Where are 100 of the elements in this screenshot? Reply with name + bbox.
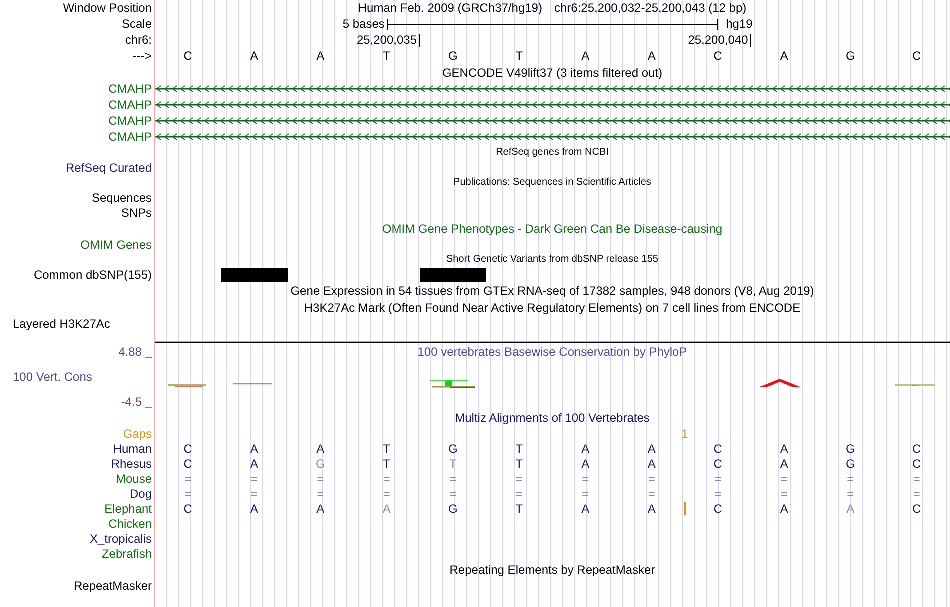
aligned-base: = <box>514 472 524 486</box>
track-title: GENCODE V49lift37 (3 items filtered out) <box>442 66 663 80</box>
aligned-base: = <box>846 486 856 500</box>
track-label[interactable]: SNPs <box>121 206 152 220</box>
track-label[interactable]: 100 Vert. Cons <box>13 370 92 384</box>
aligned-base: = <box>647 486 656 500</box>
track-label[interactable]: X_tropicalis <box>90 532 152 546</box>
track-label[interactable]: Human <box>113 442 152 456</box>
scale-span: 5 bases <box>342 17 386 31</box>
coordinate-label: 25,200,035 <box>356 34 420 46</box>
track-label[interactable]: Common dbSNP(155) <box>34 268 152 282</box>
aligned-base: = <box>581 486 590 500</box>
aligned-base: A <box>779 442 790 456</box>
track-label[interactable]: Scale <box>122 17 152 31</box>
aligned-base: C <box>912 442 922 456</box>
aligned-base: A <box>249 502 260 516</box>
variant-bar[interactable] <box>221 268 288 282</box>
base-letter: C <box>712 49 724 63</box>
aligned-base: = <box>714 472 723 486</box>
aligned-base: A <box>382 502 392 516</box>
track-label[interactable]: Rhesus <box>111 456 152 470</box>
track-label[interactable]: RepeatMasker <box>74 578 152 592</box>
aligned-base: = <box>514 486 524 500</box>
position-range: chr6:25,200,032-25,200,043 (12 bp) <box>554 1 747 15</box>
aligned-base: G <box>447 502 459 516</box>
track-title: 100 vertebrates Basewise Conservation by PhyloP <box>418 344 688 358</box>
aligned-base: = <box>316 486 326 500</box>
track-label[interactable]: chr6: <box>125 33 152 47</box>
aligned-base: A <box>580 502 591 516</box>
base-letter: G <box>447 49 459 63</box>
aligned-base: = <box>780 486 789 500</box>
track-label[interactable]: CMAHP <box>108 114 152 128</box>
aligned-base: T <box>382 442 392 456</box>
aligned-base: A <box>846 502 856 516</box>
aligned-base: A <box>316 442 326 456</box>
aligned-base: T <box>514 442 524 456</box>
base-letter: T <box>514 49 524 63</box>
aligned-base: T <box>448 456 458 470</box>
track-title: RefSeq genes from NCBI <box>496 147 609 158</box>
track-label[interactable]: Mouse <box>116 472 152 486</box>
track-title: Short Genetic Variants from dbSNP release 155 <box>446 254 658 265</box>
aligned-base: C <box>182 502 194 516</box>
base-letter: T <box>382 49 392 63</box>
track-title: Repeating Elements by RepeatMasker <box>450 562 656 576</box>
aligned-base: = <box>912 472 922 486</box>
aligned-base: C <box>712 502 724 516</box>
aligned-base: = <box>382 472 392 486</box>
track-label[interactable]: CMAHP <box>108 98 152 112</box>
aligned-base: A <box>646 442 657 456</box>
aligned-base: A <box>779 456 790 470</box>
aligned-base: = <box>250 486 259 500</box>
track-label[interactable]: Layered H3K27Ac <box>13 316 110 330</box>
aligned-base: A <box>779 502 790 516</box>
aligned-base: A <box>249 456 260 470</box>
base-letter: A <box>646 49 657 63</box>
track-label[interactable]: CMAHP <box>108 82 152 96</box>
track-label[interactable]: -4.5 _ <box>121 394 152 408</box>
track-title: Gene Expression in 54 tissues from GTEx RNA-seq of 17382 samples, 948 donors (V8, Aug 2019) <box>290 284 814 298</box>
track-label[interactable]: Elephant <box>104 502 152 516</box>
assembly-name: Human Feb. 2009 (GRCh37/hg19) <box>358 1 542 15</box>
track-label[interactable]: OMIM Genes <box>80 238 152 252</box>
aligned-base: G <box>447 442 459 456</box>
aligned-base: = <box>184 472 193 486</box>
aligned-base: = <box>780 472 789 486</box>
aligned-base: T <box>382 456 392 470</box>
gap-count: 1 <box>682 426 688 440</box>
base-letter: A <box>779 49 790 63</box>
track-label[interactable]: ---> <box>133 49 152 63</box>
aligned-base: = <box>647 472 656 486</box>
track-title: OMIM Gene Phenotypes - Dark Green Can Be Disease-causing <box>382 222 723 236</box>
aligned-base: = <box>250 472 259 486</box>
aligned-base: T <box>514 456 524 470</box>
aligned-base: = <box>714 486 723 500</box>
variant-bar[interactable] <box>420 268 486 282</box>
base-letter: C <box>182 49 194 63</box>
aligned-base: A <box>646 456 657 470</box>
track-title: H3K27Ac Mark (Often Found Near Active Regulatory Elements) on 7 cell lines from ENCODE <box>304 300 801 314</box>
track-title: Multiz Alignments of 100 Vertebrates <box>455 410 650 424</box>
aligned-base: = <box>382 486 392 500</box>
aligned-base: C <box>182 442 194 456</box>
base-letter: A <box>316 49 326 63</box>
insertion-mark <box>684 502 686 515</box>
aligned-base: C <box>712 456 724 470</box>
aligned-base: A <box>646 502 657 516</box>
track-label[interactable]: Chicken <box>108 516 152 530</box>
track-label[interactable]: Sequences <box>92 190 152 204</box>
track-label[interactable]: CMAHP <box>108 130 152 144</box>
aligned-base: A <box>580 442 591 456</box>
base-letter: G <box>844 49 856 63</box>
track-label[interactable]: 4.88 _ <box>118 344 152 358</box>
aligned-base: A <box>580 456 591 470</box>
track-label[interactable]: Window Position <box>63 1 152 15</box>
aligned-base: G <box>844 456 856 470</box>
base-letter: A <box>580 49 591 63</box>
track-label[interactable]: Dog <box>130 486 152 500</box>
aligned-base: = <box>316 472 326 486</box>
track-label[interactable]: Zebrafish <box>102 546 152 560</box>
aligned-base: C <box>912 502 922 516</box>
track-label[interactable]: RefSeq Curated <box>66 160 152 174</box>
aligned-base: C <box>712 442 724 456</box>
